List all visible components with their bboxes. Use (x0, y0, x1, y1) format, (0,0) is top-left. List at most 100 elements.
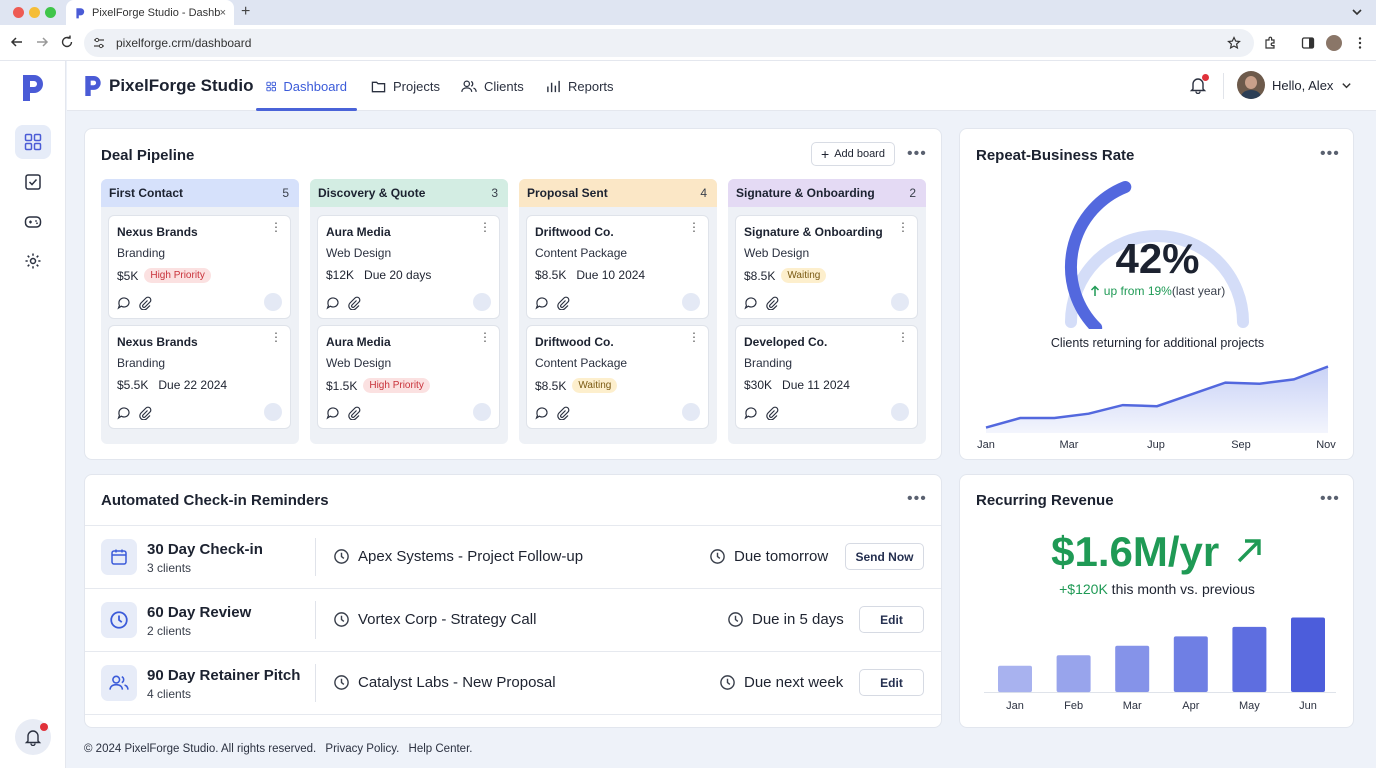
repeat-change-value: up from 19% (1103, 284, 1172, 298)
deal-card[interactable]: Nexus Brands Branding $5.5K Due 22 2024 ⋮ (108, 325, 291, 429)
assignee-avatar[interactable] (682, 293, 700, 311)
assignee-avatar[interactable] (473, 403, 491, 421)
user-menu[interactable]: Hello, Alex (1237, 71, 1352, 99)
comment-icon[interactable] (117, 406, 131, 420)
deal-actions (117, 406, 159, 420)
column-header[interactable]: Signature & Onboarding 2 (728, 179, 926, 207)
card-menu-icon[interactable]: ⋮ (688, 331, 700, 343)
bookmark-star-icon[interactable] (1227, 36, 1241, 50)
maximize-window-button[interactable] (45, 7, 56, 18)
brand[interactable]: PixelForge Studio (83, 74, 254, 98)
reload-icon[interactable] (60, 35, 74, 49)
sidebar-dashboard[interactable] (15, 125, 51, 159)
notification-dot (1202, 74, 1209, 81)
paperclip-icon[interactable] (138, 406, 152, 420)
extensions-icon[interactable] (1263, 36, 1277, 50)
assignee-avatar[interactable] (682, 403, 700, 421)
sidebar-integrations[interactable] (15, 205, 51, 239)
deal-due: Due 20 days (364, 268, 432, 282)
assignee-avatar[interactable] (264, 293, 282, 311)
sidebar-settings[interactable] (15, 244, 51, 278)
column-header[interactable]: Discovery & Quote 3 (310, 179, 508, 207)
more-options-icon[interactable]: ••• (907, 146, 927, 162)
comment-icon[interactable] (117, 296, 131, 310)
new-tab-button[interactable]: + (241, 3, 250, 21)
paperclip-icon[interactable] (347, 296, 361, 310)
address-bar[interactable]: pixelforge.crm/dashboard (84, 29, 1254, 57)
paperclip-icon[interactable] (765, 296, 779, 310)
nav-dashboard[interactable]: Dashboard (256, 61, 357, 111)
add-board-button[interactable]: + Add board (811, 142, 895, 166)
deal-service: Web Design (326, 356, 392, 370)
comment-icon[interactable] (326, 406, 340, 420)
deal-card[interactable]: Developed Co. Branding $30K Due 11 2024 ⋮ (735, 325, 918, 429)
more-options-icon[interactable]: ••• (1320, 146, 1340, 162)
card-menu-icon[interactable]: ⋮ (688, 221, 700, 233)
paperclip-icon[interactable] (347, 406, 361, 420)
site-settings-icon[interactable] (92, 36, 106, 50)
paperclip-icon[interactable] (556, 296, 570, 310)
paperclip-icon[interactable] (765, 406, 779, 420)
deal-card[interactable]: Signature & Onboarding Web Design $8.5K Wai… (735, 215, 918, 319)
side-panel-icon[interactable] (1301, 36, 1315, 50)
deal-service: Content Package (535, 246, 628, 260)
comment-icon[interactable] (535, 406, 549, 420)
comment-icon[interactable] (326, 296, 340, 310)
deal-card[interactable]: Nexus Brands Branding $5K High Priority ⋮ (108, 215, 291, 319)
close-window-button[interactable] (13, 7, 24, 18)
paperclip-icon[interactable] (556, 406, 570, 420)
help-link[interactable]: Help Center. (409, 743, 473, 755)
app-logo-icon[interactable] (20, 73, 46, 103)
profile-avatar[interactable] (1326, 35, 1342, 51)
column-count: 2 (909, 186, 916, 200)
card-menu-icon[interactable]: ⋮ (270, 221, 282, 233)
assignee-avatar[interactable] (473, 293, 491, 311)
browser-menu-icon[interactable] (1353, 36, 1367, 50)
nav-reports[interactable]: Reports (536, 61, 624, 111)
reminder-action-button[interactable]: Edit (859, 606, 924, 633)
priority-tag: Waiting (572, 378, 618, 393)
tab-close-icon[interactable]: × (220, 7, 226, 19)
column-header[interactable]: Proposal Sent 4 (519, 179, 717, 207)
more-options-icon[interactable]: ••• (1320, 491, 1340, 507)
forward-arrow-icon[interactable] (35, 35, 49, 49)
deal-card[interactable]: Aura Media Web Design $1.5K High Priority ⋮ (317, 325, 500, 429)
revenue-bar (1115, 645, 1150, 692)
comment-icon[interactable] (535, 296, 549, 310)
paperclip-icon[interactable] (138, 296, 152, 310)
card-menu-icon[interactable]: ⋮ (897, 331, 909, 343)
comment-icon[interactable] (744, 296, 758, 310)
sidebar-notifications[interactable] (15, 719, 51, 755)
deal-value: $5.5K (117, 378, 149, 392)
minimize-window-button[interactable] (29, 7, 40, 18)
privacy-link[interactable]: Privacy Policy. (325, 743, 399, 755)
comment-icon[interactable] (744, 406, 758, 420)
priority-tag: High Priority (363, 378, 430, 393)
reminder-action-button[interactable]: Send Now (845, 543, 924, 570)
deal-card[interactable]: Driftwood Co. Content Package $8.5K Waiting… (526, 325, 709, 429)
deal-value: $30K (744, 378, 773, 392)
card-menu-icon[interactable]: ⋮ (270, 331, 282, 343)
revenue-change: +$120K this month vs. previous (960, 581, 1354, 597)
card-menu-icon[interactable]: ⋮ (897, 221, 909, 233)
assignee-avatar[interactable] (264, 403, 282, 421)
assignee-avatar[interactable] (891, 403, 909, 421)
more-options-icon[interactable]: ••• (907, 491, 927, 507)
column-header[interactable]: First Contact 5 (101, 179, 299, 207)
tab-search-chevron-icon[interactable] (1350, 5, 1364, 19)
card-menu-icon[interactable]: ⋮ (479, 331, 491, 343)
browser-tab[interactable]: PixelForge Studio - Dashboard × (66, 0, 234, 25)
deal-card[interactable]: Aura Media Web Design $12K Due 20 days ⋮ (317, 215, 500, 319)
notifications-button[interactable] (1189, 74, 1209, 94)
assignee-avatar[interactable] (891, 293, 909, 311)
nav-projects[interactable]: Projects (361, 61, 450, 111)
footer: © 2024 PixelForge Studio. All rights res… (84, 743, 478, 755)
back-arrow-icon[interactable] (10, 35, 24, 49)
bell-icon (24, 730, 42, 746)
reminder-action-button[interactable]: Edit (859, 669, 924, 696)
card-menu-icon[interactable]: ⋮ (479, 221, 491, 233)
deal-card[interactable]: Driftwood Co. Content Package $8.5K Due 10 … (526, 215, 709, 319)
nav-clients[interactable]: Clients (451, 61, 534, 111)
tab-title: PixelForge Studio - Dashboard (92, 6, 220, 19)
sidebar-tasks[interactable] (15, 165, 51, 199)
